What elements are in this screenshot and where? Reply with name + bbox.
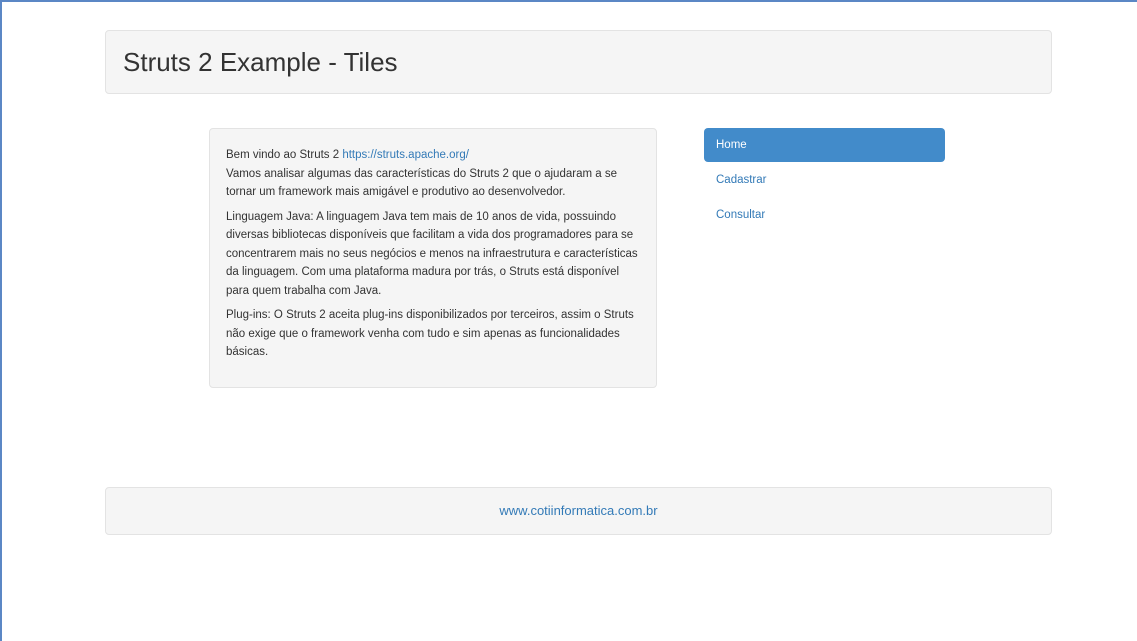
browser-viewport: Struts 2 Example - Tiles Bem vindo ao St… (0, 0, 1137, 641)
java-paragraph: Linguagem Java: A linguagem Java tem mai… (226, 210, 638, 297)
welcome-paragraph: Bem vindo ao Struts 2 https://struts.apa… (226, 146, 640, 202)
page-title: Struts 2 Example - Tiles (123, 47, 398, 77)
page-footer: www.cotiinformatica.com.br (105, 487, 1052, 535)
intro-text: Vamos analisar algumas das característic… (226, 167, 617, 199)
content-panel: Bem vindo ao Struts 2 https://struts.apa… (209, 128, 657, 388)
side-nav: Home Cadastrar Consultar (704, 128, 945, 233)
page-header: Struts 2 Example - Tiles (105, 30, 1052, 94)
plugins-paragraph: Plug-ins: O Struts 2 aceita plug-ins dis… (226, 309, 634, 358)
welcome-text: Bem vindo ao Struts 2 (226, 149, 343, 161)
nav-item-home[interactable]: Home (704, 128, 945, 162)
footer-link[interactable]: www.cotiinformatica.com.br (499, 503, 657, 518)
nav-item-cadastrar[interactable]: Cadastrar (704, 163, 945, 197)
nav-item-consultar[interactable]: Consultar (704, 198, 945, 232)
struts-site-link[interactable]: https://struts.apache.org/ (342, 149, 469, 161)
